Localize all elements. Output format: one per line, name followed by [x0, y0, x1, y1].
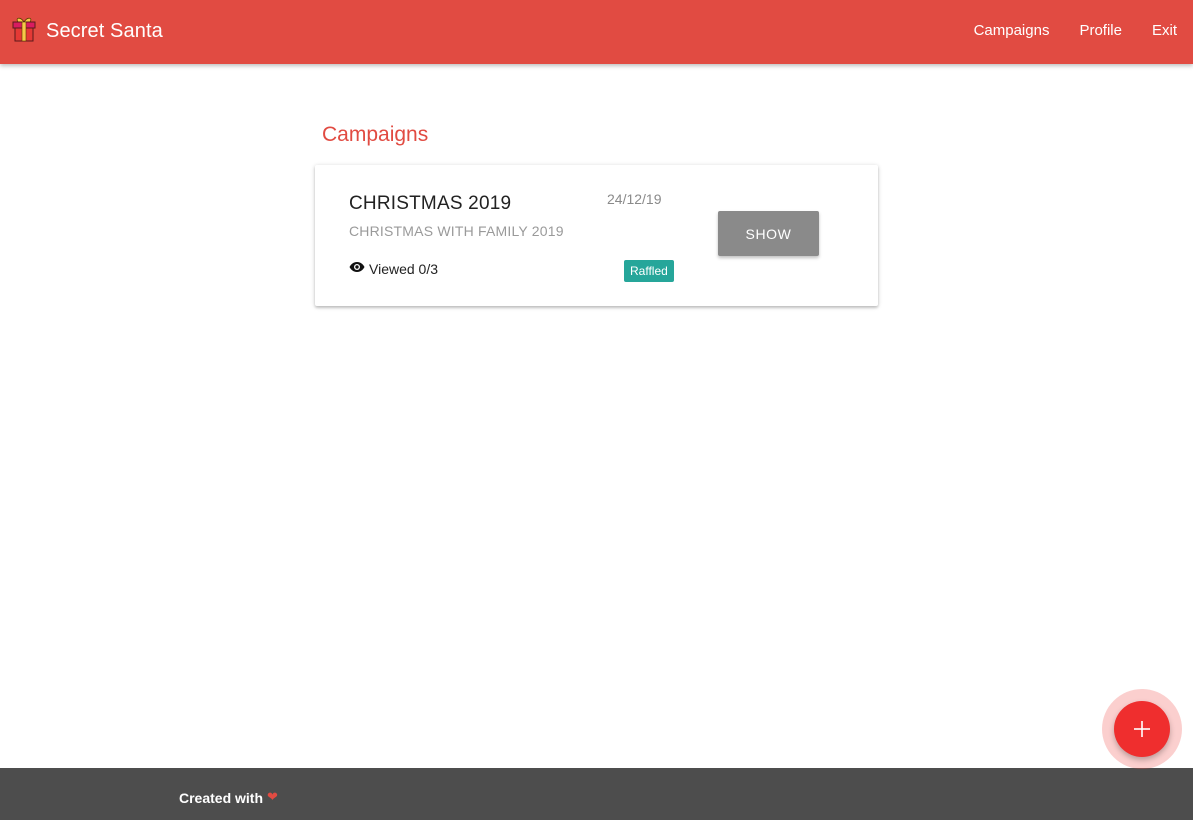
- campaign-date: 24/12/19: [607, 191, 662, 207]
- add-campaign-button[interactable]: [1114, 701, 1170, 757]
- gift-icon: [12, 17, 36, 41]
- campaign-viewed: Viewed 0/3: [349, 261, 438, 277]
- top-nav: Campaigns Profile Exit: [959, 0, 1193, 64]
- nav-campaigns[interactable]: Campaigns: [959, 0, 1065, 63]
- heart-icon: ❤: [267, 789, 278, 804]
- show-button[interactable]: SHOW: [718, 211, 819, 256]
- viewed-text: Viewed 0/3: [369, 261, 439, 277]
- credit-text: Created with: [179, 790, 264, 806]
- footer-credit: Created with ❤: [179, 789, 278, 806]
- nav-profile[interactable]: Profile: [1064, 0, 1137, 63]
- footer: Created with ❤: [0, 768, 1193, 820]
- campaign-card: CHRISTMAS 2019 CHRISTMAS WITH FAMILY 201…: [315, 165, 878, 306]
- campaign-title: CHRISTMAS 2019: [349, 193, 512, 214]
- page-title: Campaigns: [322, 123, 429, 146]
- app-title: Secret Santa: [46, 20, 163, 42]
- page: Secret Santa Campaigns Profile Exit Camp…: [0, 0, 1193, 820]
- plus-icon: [1134, 721, 1150, 737]
- brand[interactable]: Secret Santa: [10, 14, 163, 43]
- status-badge: Raffled: [624, 260, 674, 282]
- nav-exit[interactable]: Exit: [1137, 0, 1193, 63]
- campaign-subtitle: CHRISTMAS WITH FAMILY 2019: [349, 223, 564, 239]
- app-bar: Secret Santa Campaigns Profile Exit: [0, 0, 1193, 64]
- eye-icon: [349, 262, 365, 272]
